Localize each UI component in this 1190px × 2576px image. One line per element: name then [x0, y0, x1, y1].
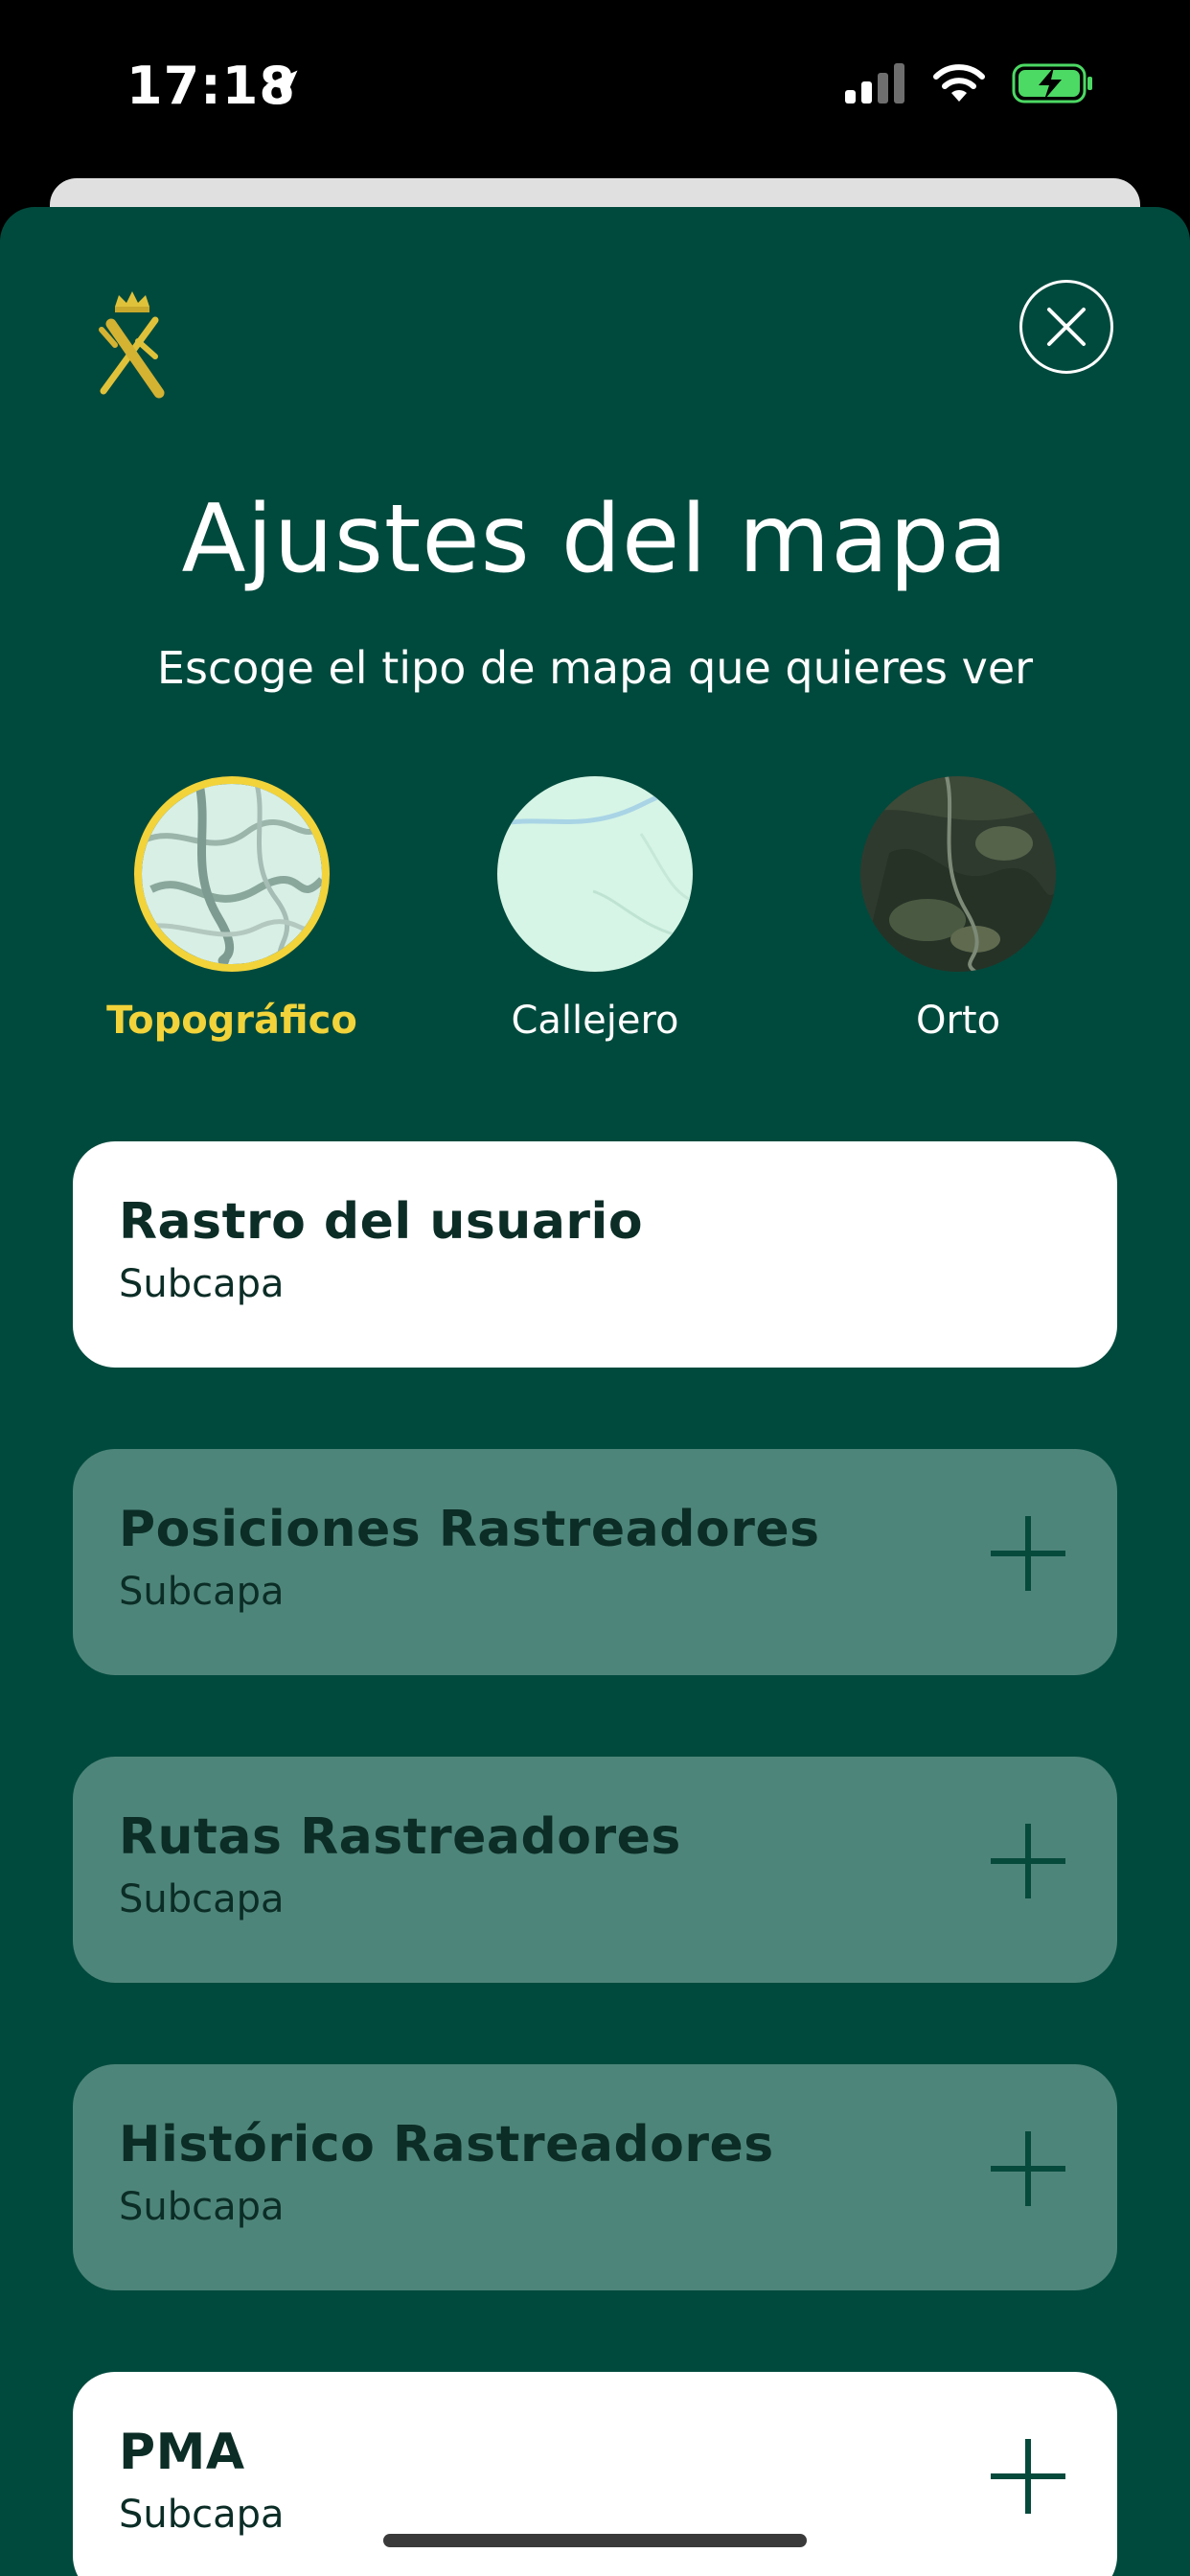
- layer-subtitle: Subcapa: [119, 2185, 285, 2229]
- layer-title: Posiciones Rastreadores: [119, 1501, 820, 1558]
- ortho-map-thumbnail[interactable]: [860, 776, 1056, 972]
- street-map-thumbnail[interactable]: [497, 776, 693, 972]
- guardia-civil-emblem-icon: [99, 291, 165, 399]
- layer-card-historico-rastreadores[interactable]: Histórico Rastreadores Subcapa: [73, 2064, 1117, 2290]
- battery-charging-icon: [1012, 63, 1092, 104]
- layer-title: Histórico Rastreadores: [119, 2116, 774, 2174]
- layer-card-rastro-usuario[interactable]: Rastro del usuario Subcapa: [73, 1141, 1117, 1368]
- page-title: Ajustes del mapa: [181, 485, 1009, 594]
- close-icon: [1047, 308, 1086, 346]
- layer-subtitle: Subcapa: [119, 1262, 285, 1306]
- ortho-map-image: [860, 776, 1056, 972]
- layer-title: PMA: [119, 2424, 245, 2481]
- page-subtitle: Escoge el tipo de mapa que quieres ver: [156, 642, 1034, 694]
- layer-subtitle: Subcapa: [119, 2493, 285, 2537]
- topographic-map-image: [142, 784, 322, 964]
- layer-title: Rastro del usuario: [119, 1193, 644, 1251]
- close-button[interactable]: [1019, 280, 1113, 374]
- home-indicator[interactable]: [383, 2534, 807, 2547]
- layer-title: Rutas Rastreadores: [119, 1808, 681, 1866]
- location-arrow-icon: [265, 70, 298, 103]
- topographic-map-thumbnail[interactable]: [134, 776, 330, 972]
- layer-subtitle: Subcapa: [119, 1877, 285, 1921]
- layer-card-rutas-rastreadores[interactable]: Rutas Rastreadores Subcapa: [73, 1757, 1117, 1983]
- map-type-topografico[interactable]: Topográfico: [88, 776, 376, 1043]
- plus-icon[interactable]: [987, 1820, 1069, 1902]
- map-type-label: Callejero: [511, 999, 679, 1043]
- map-settings-sheet: Ajustes del mapa Escoge el tipo de mapa …: [0, 207, 1190, 2576]
- map-type-orto[interactable]: Orto: [814, 776, 1102, 1043]
- map-type-label: Orto: [915, 999, 1001, 1043]
- plus-icon[interactable]: [987, 2128, 1069, 2210]
- layer-subtitle: Subcapa: [119, 1570, 285, 1614]
- cellular-signal-icon: [845, 63, 904, 104]
- map-type-callejero[interactable]: Callejero: [451, 776, 739, 1043]
- plus-icon[interactable]: [987, 2435, 1069, 2518]
- plus-icon[interactable]: [987, 1512, 1069, 1595]
- wifi-icon: [933, 64, 985, 102]
- status-icons: [845, 63, 1094, 104]
- layer-card-posiciones-rastreadores[interactable]: Posiciones Rastreadores Subcapa: [73, 1449, 1117, 1675]
- map-type-label: Topográfico: [106, 999, 357, 1043]
- street-map-image: [497, 776, 693, 972]
- status-bar: 17:18: [0, 0, 1190, 172]
